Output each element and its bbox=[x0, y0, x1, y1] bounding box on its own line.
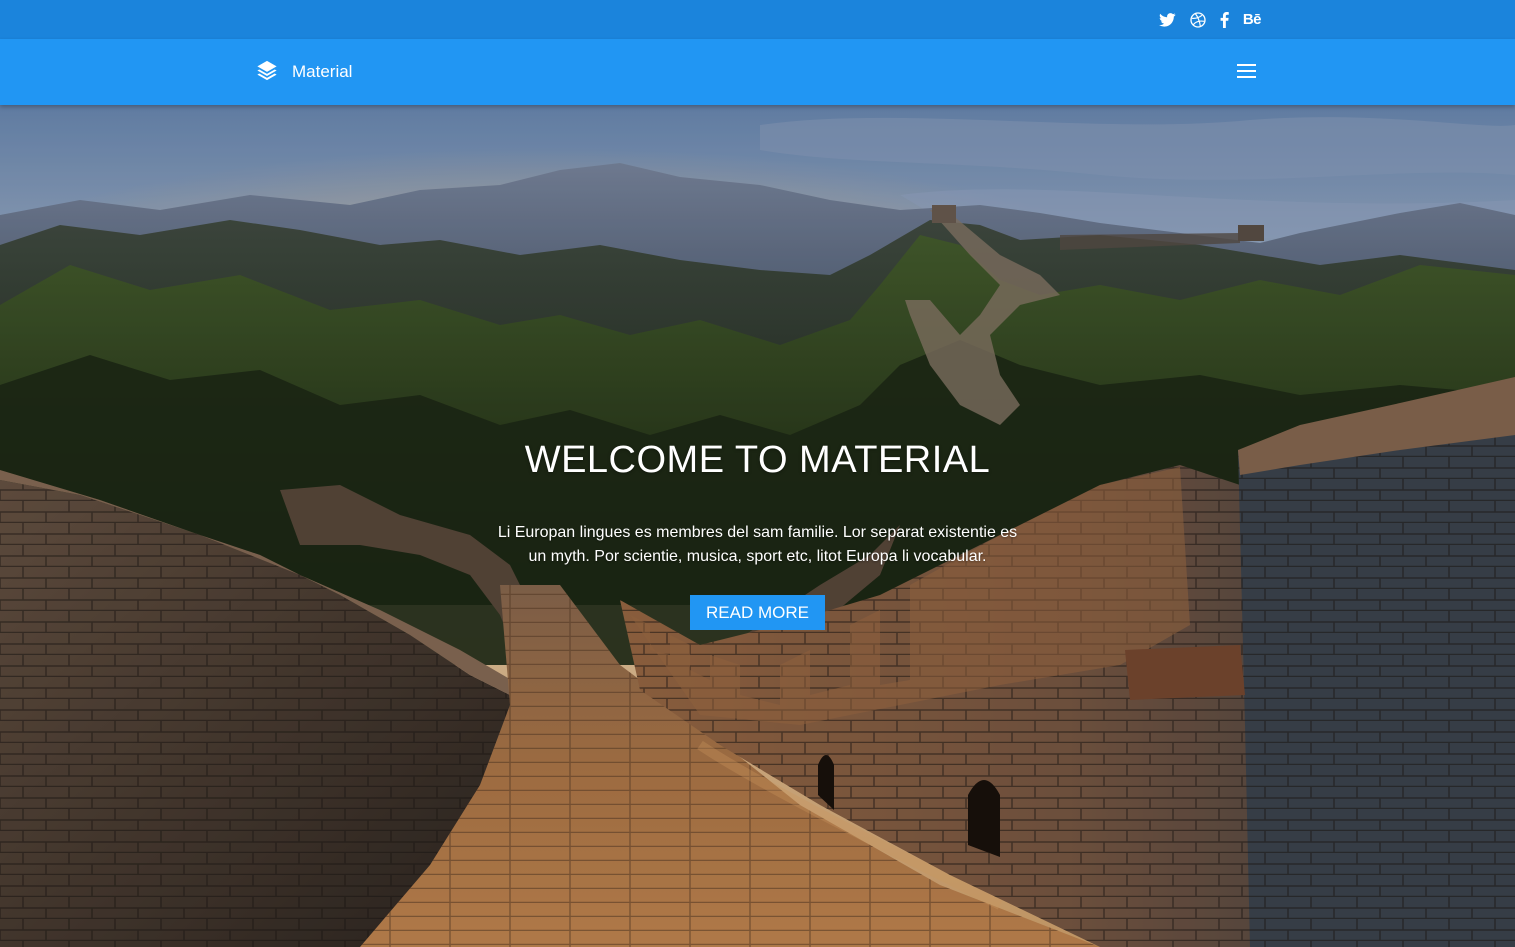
hero-content: WELCOME TO MATERIAL Li Europan lingues e… bbox=[0, 105, 1515, 947]
dribbble-icon[interactable] bbox=[1190, 10, 1206, 30]
top-social-bar: Bē bbox=[0, 0, 1515, 39]
social-links: Bē bbox=[1158, 0, 1262, 39]
hamburger-line bbox=[1237, 70, 1256, 72]
hamburger-line bbox=[1237, 64, 1256, 66]
behance-glyph: Bē bbox=[1242, 11, 1262, 28]
facebook-icon[interactable] bbox=[1220, 10, 1229, 30]
layers-icon bbox=[256, 59, 278, 86]
hamburger-line bbox=[1237, 76, 1256, 78]
main-navbar: Material bbox=[0, 39, 1515, 105]
brand-name: Material bbox=[292, 62, 353, 81]
hero-description: Li Europan lingues es membres del sam fa… bbox=[497, 524, 1018, 565]
brand-logo-link[interactable]: Material bbox=[256, 39, 352, 105]
hero-title: WELCOME TO MATERIAL bbox=[524, 439, 991, 481]
behance-icon[interactable]: Bē bbox=[1242, 10, 1262, 30]
hamburger-menu-icon[interactable] bbox=[1237, 61, 1257, 81]
hero-section: WELCOME TO MATERIAL Li Europan lingues e… bbox=[0, 105, 1515, 947]
read-more-button[interactable]: READ MORE bbox=[690, 595, 825, 630]
twitter-icon[interactable] bbox=[1158, 10, 1176, 30]
